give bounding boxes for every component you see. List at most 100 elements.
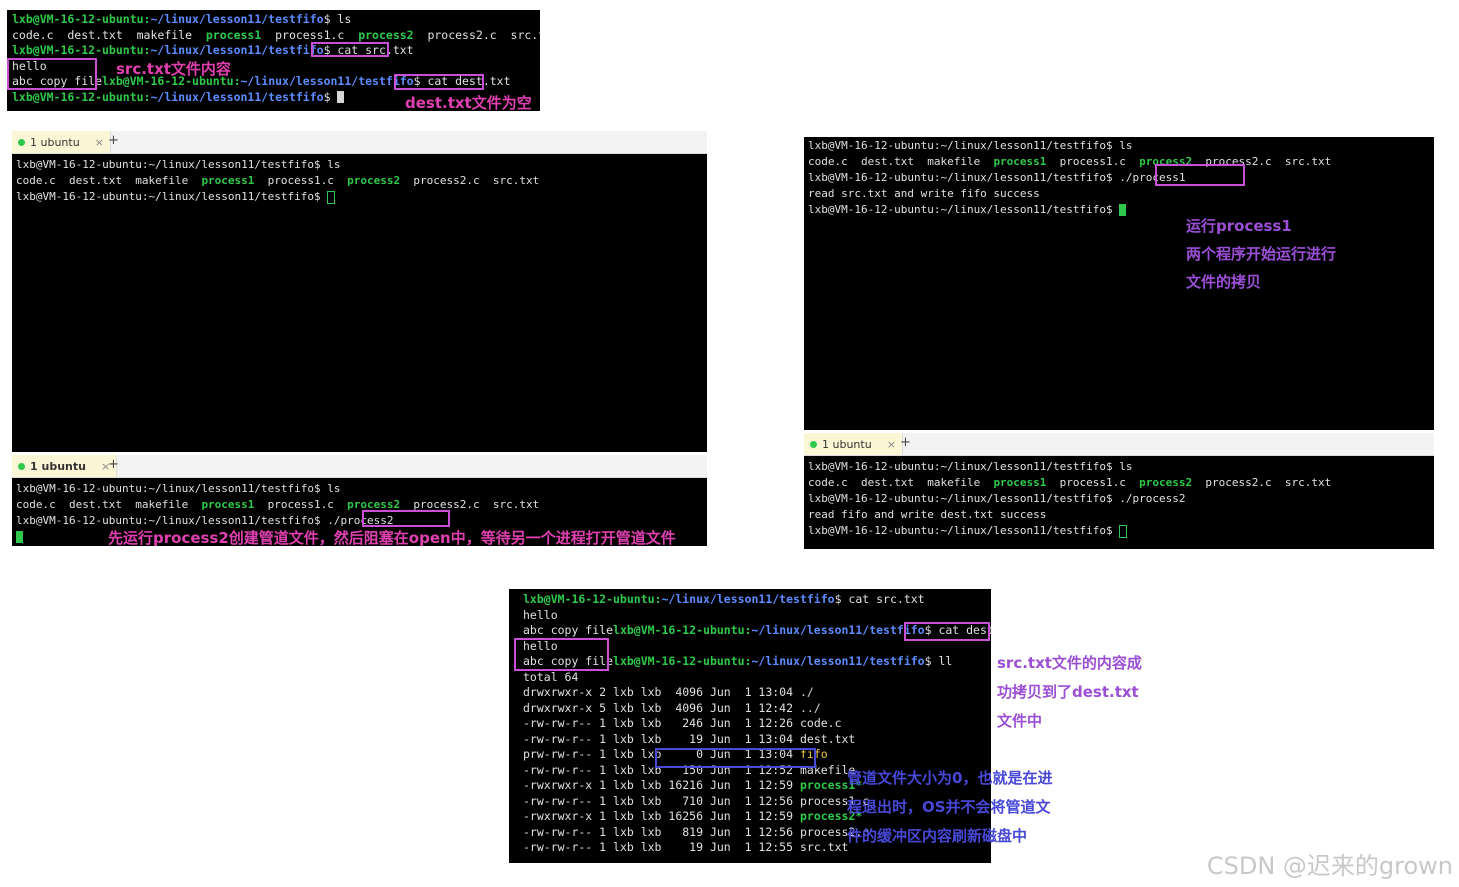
prompt-path: ~/linux/lesson11/testfifo bbox=[150, 89, 324, 104]
terminal-text: code.c dest.txt makefile bbox=[12, 27, 206, 42]
prompt-path: ~/linux/lesson11/testfifo bbox=[150, 43, 324, 57]
file-permissions: drwxrwxr-x bbox=[523, 700, 593, 715]
file-name: dest.txt bbox=[799, 731, 856, 746]
tab-bar: 1 ubuntu × + bbox=[12, 455, 707, 478]
terminal-text: process1.c bbox=[254, 174, 348, 187]
highlight-box-fifo bbox=[655, 748, 816, 768]
close-icon[interactable]: × bbox=[95, 136, 104, 149]
file-permissions: -rwxrwxr-x bbox=[523, 778, 593, 792]
prompt-user: lxb@VM-16-12-ubuntu: bbox=[523, 592, 662, 606]
executable-name: process1 bbox=[205, 27, 262, 42]
terminal-text: lxb@VM-16-12-ubuntu:~/linux/lesson11/tes… bbox=[16, 482, 341, 495]
terminal-text: lxb@VM-16-12-ubuntu:~/linux/lesson11/tes… bbox=[808, 171, 1186, 184]
terminal-text: read fifo and write dest.txt success bbox=[808, 508, 1047, 521]
file-meta: 1 lxb lxb 819 Jun 1 12:56 bbox=[592, 824, 800, 839]
terminal-text: total 64 bbox=[523, 669, 579, 684]
status-dot-icon bbox=[18, 462, 25, 470]
annotation-src-content: src.txt文件内容 bbox=[116, 60, 231, 78]
highlight-box bbox=[311, 42, 389, 57]
file-name: ./ bbox=[799, 685, 814, 699]
command-text: $ ls bbox=[323, 12, 352, 26]
tab-label: 1 ubuntu bbox=[30, 459, 86, 473]
terminal-line: code.c dest.txt makefile process1 proces… bbox=[16, 173, 703, 189]
highlight-box bbox=[514, 638, 609, 671]
terminal-line: lxb@VM-16-12-ubuntu:~/linux/lesson11/tes… bbox=[808, 491, 1430, 507]
file-permissions: -rwxrwxr-x bbox=[523, 809, 593, 823]
file-meta: 1 lxb lxb 16216 Jun 1 12:59 bbox=[592, 778, 800, 792]
terminal-panel-right-bottom: lxb@VM-16-12-ubuntu:~/linux/lesson11/tes… bbox=[804, 456, 1434, 549]
prompt-path: ~/linux/lesson11/testfifo bbox=[661, 592, 835, 606]
terminal-text: code.c dest.txt makefile bbox=[808, 476, 994, 489]
tab-ubuntu[interactable]: 1 ubuntu × bbox=[12, 131, 111, 153]
file-meta: 1 lxb lxb 19 Jun 1 13:04 bbox=[592, 731, 800, 746]
tab-ubuntu[interactable]: 1 ubuntu × bbox=[804, 433, 903, 455]
terminal-cursor bbox=[16, 531, 23, 543]
file-permissions: -rw-rw-r-- bbox=[523, 793, 593, 808]
terminal-text: abc copy file bbox=[523, 623, 614, 637]
annotation-dest-empty: dest.txt文件为空 bbox=[405, 94, 532, 112]
prompt-path: ~/linux/lesson11/testfifo bbox=[240, 74, 414, 88]
prompt-user: lxb@VM-16-12-ubuntu: bbox=[12, 89, 151, 104]
executable-name: process1 bbox=[993, 155, 1047, 168]
file-meta: 2 lxb lxb 4096 Jun 1 13:04 bbox=[592, 685, 800, 699]
executable-name: process1 bbox=[201, 498, 255, 511]
terminal-cursor bbox=[1119, 204, 1127, 216]
terminal-text: code.c dest.txt makefile bbox=[16, 498, 202, 511]
tab-bar: 1 ubuntu × + bbox=[12, 131, 707, 154]
terminal-line: lxb@VM-16-12-ubuntu:~/linux/lesson11/tes… bbox=[16, 189, 703, 205]
terminal-text: lxb@VM-16-12-ubuntu:~/linux/lesson11/tes… bbox=[16, 514, 394, 527]
annotation-process2: 先运行process2创建管道文件，然后阻塞在open中，等待另一个进程打开管道… bbox=[108, 529, 676, 547]
executable-name: process2 bbox=[347, 174, 401, 187]
add-tab-button[interactable]: + bbox=[108, 457, 119, 472]
file-permissions: -rw-rw-r-- bbox=[523, 731, 593, 746]
prompt-user: lxb@VM-16-12-ubuntu: bbox=[12, 12, 151, 26]
file-meta: 5 lxb lxb 4096 Jun 1 12:42 bbox=[592, 700, 800, 715]
tab-ubuntu[interactable]: 1 ubuntu × bbox=[12, 455, 118, 477]
highlight-box bbox=[7, 58, 97, 90]
executable-name: process2 bbox=[358, 27, 414, 42]
terminal-text: lxb@VM-16-12-ubuntu:~/linux/lesson11/tes… bbox=[808, 460, 1133, 473]
highlight-box bbox=[394, 74, 484, 90]
terminal-line: code.c dest.txt makefile process1 proces… bbox=[16, 497, 703, 513]
terminal-text: process2.c src.txt bbox=[1192, 476, 1332, 489]
file-name: src.txt bbox=[799, 840, 849, 854]
close-icon[interactable]: × bbox=[887, 438, 896, 451]
annotation-copy-success: src.txt文件的内容成 功拷贝到了dest.txt 文件中 bbox=[997, 654, 1142, 730]
add-tab-button[interactable]: + bbox=[108, 133, 119, 148]
annotation-fifo-size: 管道文件大小为0，也就是在进 程退出时，OS并不会将管道文 件的缓冲区内容刷新磁… bbox=[847, 769, 1053, 845]
prompt-path: ~/linux/lesson11/testfifo bbox=[751, 654, 925, 668]
terminal-line: hello bbox=[513, 608, 987, 624]
terminal-text: process2.c src.txt bbox=[400, 174, 540, 187]
prompt-user: lxb@VM-16-12-ubuntu: bbox=[613, 654, 752, 668]
terminal-line: lxb@VM-16-12-ubuntu:~/linux/lesson11/tes… bbox=[808, 202, 1430, 218]
terminal-line: code.c dest.txt makefile process1 proces… bbox=[12, 27, 540, 44]
terminal-line: lxb@VM-16-12-ubuntu:~/linux/lesson11/tes… bbox=[16, 157, 703, 173]
terminal-cursor bbox=[337, 91, 345, 103]
terminal-text: code.c dest.txt makefile bbox=[16, 174, 202, 187]
status-dot-icon bbox=[18, 138, 25, 146]
file-permissions: prw-rw-r-- bbox=[523, 747, 593, 761]
terminal-text: lxb@VM-16-12-ubuntu:~/linux/lesson11/tes… bbox=[808, 524, 1120, 537]
command-text: $ bbox=[323, 89, 338, 104]
terminal-line: lxb@VM-16-12-ubuntu:~/linux/lesson11/tes… bbox=[16, 481, 703, 497]
terminal-panel-left-top: lxb@VM-16-12-ubuntu:~/linux/lesson11/tes… bbox=[12, 154, 707, 452]
terminal-line: lxb@VM-16-12-ubuntu:~/linux/lesson11/tes… bbox=[808, 170, 1430, 186]
tab-label: 1 ubuntu bbox=[822, 437, 872, 451]
terminal-line: lxb@VM-16-12-ubuntu:~/linux/lesson11/tes… bbox=[513, 592, 987, 608]
file-permissions: -rw-rw-r-- bbox=[523, 762, 593, 777]
command-text: $ cat src.txt bbox=[834, 592, 925, 606]
terminal-cursor bbox=[327, 190, 336, 204]
watermark: CSDN @迟来的grown bbox=[1206, 852, 1453, 880]
file-permissions: -rw-rw-r-- bbox=[523, 824, 593, 839]
listing-row: drwxrwxr-x 2 lxb lxb 4096 Jun 1 13:04 ./ bbox=[513, 685, 987, 701]
terminal-text: lxb@VM-16-12-ubuntu:~/linux/lesson11/tes… bbox=[16, 190, 328, 203]
tab-bar: 1 ubuntu × + bbox=[804, 433, 1434, 456]
terminal-text: lxb@VM-16-12-ubuntu:~/linux/lesson11/tes… bbox=[16, 158, 341, 171]
add-tab-button[interactable]: + bbox=[900, 435, 911, 450]
terminal-text: lxb@VM-16-12-ubuntu:~/linux/lesson11/tes… bbox=[808, 203, 1120, 216]
prompt-user: lxb@VM-16-12-ubuntu: bbox=[12, 43, 151, 57]
status-dot-icon bbox=[810, 440, 817, 448]
terminal-text: process1.c bbox=[254, 498, 348, 511]
highlight-box bbox=[904, 622, 990, 641]
prompt-path: ~/linux/lesson11/testfifo bbox=[751, 623, 925, 637]
